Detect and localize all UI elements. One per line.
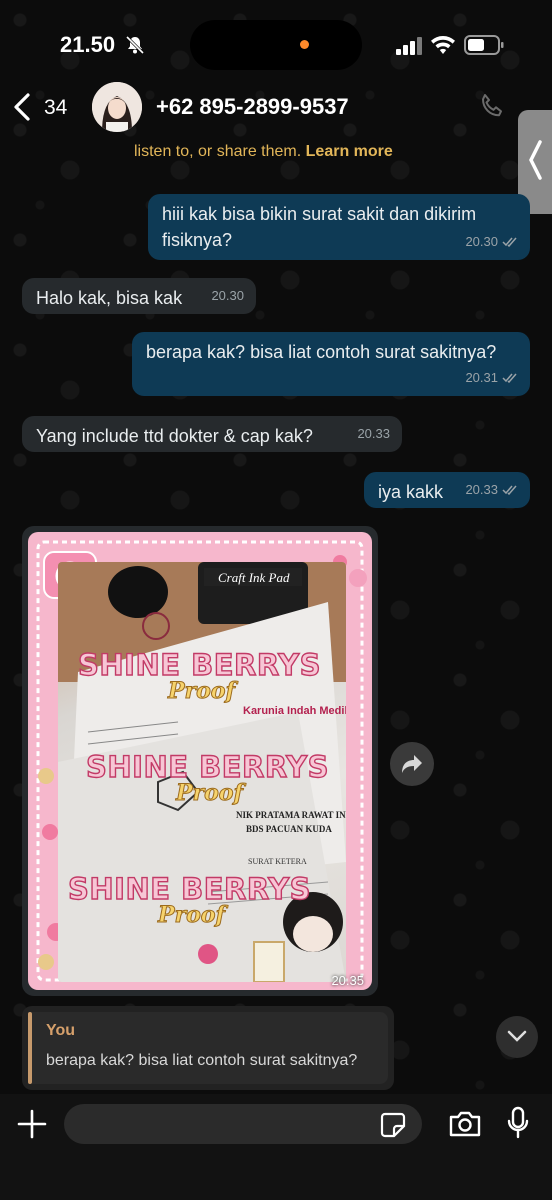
back-chevron-icon[interactable] bbox=[12, 92, 32, 122]
double-check-icon bbox=[502, 373, 517, 383]
double-check-icon bbox=[502, 237, 517, 247]
message-bubble-outgoing[interactable]: iya kakk 20.33 bbox=[364, 472, 530, 508]
voice-call-icon[interactable] bbox=[478, 92, 506, 120]
message-time: 20.31 bbox=[465, 370, 498, 385]
status-bar: 21.50 bbox=[0, 0, 552, 82]
document-photo: Craft Ink Pad Karunia Indah Medika NIK P… bbox=[58, 562, 346, 982]
clinic-subheader-text: BDS PACUAN KUDA bbox=[246, 824, 332, 834]
wifi-icon bbox=[431, 36, 455, 54]
message-text: iya kakk bbox=[378, 482, 444, 502]
forward-arrow-icon bbox=[402, 755, 422, 773]
double-check-icon bbox=[502, 485, 517, 495]
message-meta: 20.30 bbox=[465, 229, 518, 255]
camera-icon[interactable] bbox=[448, 1110, 482, 1138]
privacy-indicator-dot bbox=[300, 40, 309, 49]
message-text: Halo kak, bisa kak bbox=[36, 288, 183, 308]
message-meta: 20.30 bbox=[211, 283, 244, 309]
watermark-sub-3: Proof bbox=[158, 902, 226, 929]
microphone-icon[interactable] bbox=[506, 1106, 530, 1140]
message-bubble-incoming[interactable]: Yang include ttd dokter & cap kak? 20.33 bbox=[22, 416, 402, 452]
watermark-main-3: SHINE BERRYS bbox=[67, 871, 311, 906]
sticker-icon[interactable] bbox=[380, 1112, 406, 1138]
message-meta: 20.33 bbox=[465, 477, 518, 503]
chat-header: 34 +62 895-2899-9537 bbox=[0, 82, 552, 138]
forward-button[interactable] bbox=[390, 742, 434, 786]
reply-sender: You bbox=[46, 1022, 76, 1039]
image-time: 20.35 bbox=[331, 973, 364, 988]
encryption-notice: listen to, or share them. Learn more bbox=[134, 143, 393, 161]
composer-bar bbox=[0, 1094, 552, 1200]
message-time: 20.33 bbox=[357, 426, 390, 441]
learn-more-link[interactable]: Learn more bbox=[306, 143, 393, 160]
reply-quote-box: You berapa kak? bisa liat contoh surat s… bbox=[32, 1012, 388, 1084]
clinic-header-text: NIK PRATAMA RAWAT INAP bbox=[236, 810, 346, 820]
notice-text: listen to, or share them. bbox=[134, 143, 302, 160]
message-bubble-outgoing[interactable]: hiii kak bisa bikin surat sakit dan diki… bbox=[148, 194, 530, 260]
message-text: hiii kak bisa bikin surat sakit dan diki… bbox=[162, 204, 477, 250]
status-time: 21.50 bbox=[60, 32, 116, 57]
stamp-label-text: Craft Ink Pad bbox=[218, 570, 290, 585]
muted-bell-icon bbox=[125, 35, 145, 55]
contact-name[interactable]: +62 895-2899-9537 bbox=[156, 94, 349, 120]
reply-quoted-text: berapa kak? bisa liat contoh surat sakit… bbox=[46, 1052, 358, 1069]
battery-icon bbox=[464, 35, 504, 55]
message-text: Yang include ttd dokter & cap kak? bbox=[36, 426, 313, 446]
watermark-sub-2: Proof bbox=[176, 780, 244, 807]
message-time: 20.33 bbox=[465, 482, 498, 497]
clinic-name-text: Karunia Indah Medika bbox=[243, 705, 346, 717]
plus-icon[interactable] bbox=[16, 1108, 48, 1140]
letter-title-text: SURAT KETERA bbox=[248, 857, 307, 866]
message-time: 20.30 bbox=[465, 234, 498, 249]
watermark-sub-1: Proof bbox=[168, 678, 236, 705]
watermark-main-1: SHINE BERRYS bbox=[77, 647, 321, 682]
contact-avatar[interactable] bbox=[92, 82, 142, 132]
scroll-to-bottom-button[interactable] bbox=[496, 1016, 538, 1058]
message-time: 20.30 bbox=[211, 288, 244, 303]
message-meta: 20.33 bbox=[357, 421, 390, 447]
message-text: berapa kak? bisa liat contoh surat sakit… bbox=[146, 342, 497, 362]
message-input[interactable] bbox=[64, 1104, 422, 1144]
dynamic-island bbox=[190, 20, 362, 70]
message-bubble-incoming[interactable]: Halo kak, bisa kak 20.30 bbox=[22, 278, 256, 314]
image-message[interactable]: Craft Ink Pad Karunia Indah Medika NIK P… bbox=[22, 526, 378, 996]
chevron-down-icon bbox=[507, 1030, 527, 1042]
message-meta: 20.31 bbox=[465, 365, 518, 391]
chevron-left-icon bbox=[529, 140, 542, 180]
reply-accent-bar bbox=[28, 1012, 32, 1084]
back-unread-count[interactable]: 34 bbox=[44, 96, 67, 120]
reply-preview[interactable]: You berapa kak? bisa liat contoh surat s… bbox=[22, 1006, 394, 1090]
signal-icon bbox=[396, 37, 422, 55]
message-bubble-outgoing[interactable]: berapa kak? bisa liat contoh surat sakit… bbox=[132, 332, 530, 396]
watermark-main-2: SHINE BERRYS bbox=[85, 749, 329, 784]
image-pink-frame: Craft Ink Pad Karunia Indah Medika NIK P… bbox=[28, 532, 372, 990]
